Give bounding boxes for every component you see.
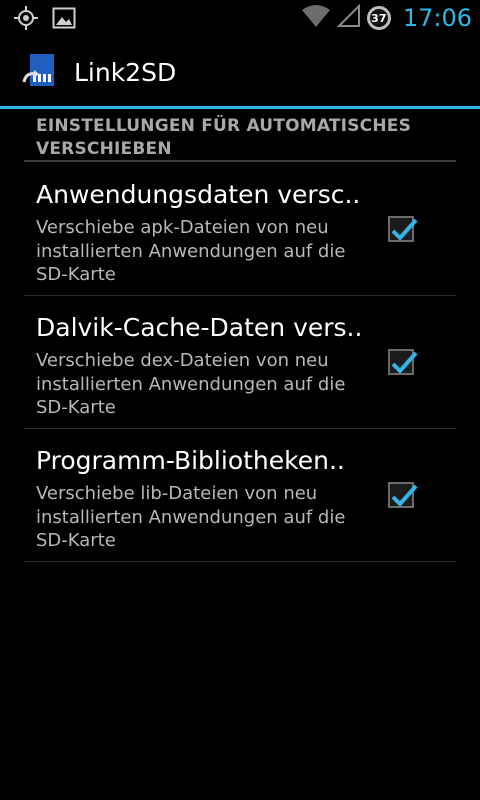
pref-move-libraries[interactable]: Programm-Bibliotheken.. Verschiebe lib-D… (24, 430, 456, 562)
signal-icon (336, 3, 361, 32)
pref-summary: Verschiebe dex-Dateien von neu installie… (36, 350, 346, 418)
status-clock: 17:06 (402, 4, 472, 32)
battery-icon: 37 (366, 6, 391, 30)
pref-summary: Verschiebe lib-Dateien von neu installie… (36, 483, 346, 551)
list-divider (24, 561, 456, 562)
pref-summary: Verschiebe apk-Dateien von neu installie… (36, 217, 346, 285)
link2sd-app-icon[interactable] (22, 52, 56, 92)
list-divider (24, 295, 456, 296)
status-bar: 37 17:06 (0, 0, 480, 38)
gps-icon (14, 6, 38, 34)
pref-move-app-data[interactable]: Anwendungsdaten versc.. Verschiebe apk-D… (24, 164, 456, 296)
action-bar: Link2SD (0, 38, 480, 106)
checkmark-icon (391, 484, 418, 507)
image-notification-icon (52, 6, 76, 34)
checkbox-move-app-data[interactable] (388, 216, 418, 242)
checkbox-move-dalvik-cache[interactable] (388, 349, 418, 375)
wifi-icon (301, 4, 331, 32)
category-divider (24, 160, 456, 162)
battery-level: 37 (371, 11, 387, 25)
action-bar-divider (0, 106, 480, 109)
checkmark-icon (391, 218, 418, 241)
pref-move-dalvik-cache[interactable]: Dalvik-Cache-Daten vers.. Verschiebe dex… (24, 297, 456, 429)
pref-title: Dalvik-Cache-Daten vers.. (36, 313, 363, 342)
checkbox-move-libraries[interactable] (388, 482, 418, 508)
checkmark-icon (391, 351, 418, 374)
list-divider (24, 428, 456, 429)
preference-category-header: EINSTELLUNGEN FÜR AUTOMATISCHES VERSCHIE… (36, 116, 412, 159)
pref-title: Programm-Bibliotheken.. (36, 446, 345, 475)
app-title: Link2SD (74, 57, 177, 87)
pref-title: Anwendungsdaten versc.. (36, 180, 361, 209)
